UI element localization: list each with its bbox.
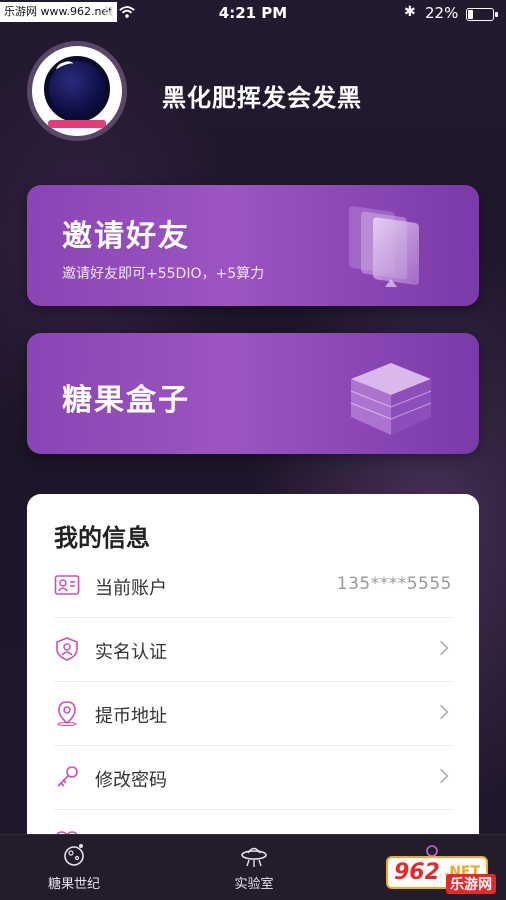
withdraw-address-label: 提币地址 [95, 706, 167, 727]
tab-candy-world[interactable]: 糖果世纪 [14, 841, 134, 892]
invite-card-subtitle: 邀请好友即可+55DIO，+5算力 [62, 266, 265, 282]
username: 黑化肥挥发会发黑 [162, 84, 362, 112]
battery-percent: 22% [425, 4, 459, 22]
account-value: 135****5555 [336, 574, 452, 594]
invite-friends-card[interactable]: 邀请好友 邀请好友即可+55DIO，+5算力 [27, 185, 479, 306]
real-name-label: 实名认证 [95, 642, 167, 663]
status-bar: 乐游网 www.962.net N 4:21 PM ✱ 22% [0, 0, 506, 28]
my-info-panel: 我的信息 当前账户 135****5555 实名认证 提币地址 修改密码 [27, 494, 479, 854]
real-name-row[interactable]: 实名认证 [54, 618, 452, 682]
tab-candy-world-label: 糖果世纪 [47, 877, 100, 892]
shield-user-icon [56, 637, 78, 661]
watermark-bottom: 962 .NET 乐游网 [372, 848, 502, 896]
withdraw-address-row[interactable]: 提币地址 [54, 682, 452, 746]
invite-card-title: 邀请好友 [62, 219, 190, 254]
planet-icon [64, 844, 84, 866]
candy-box-icon [350, 363, 432, 435]
tab-lab[interactable]: 实验室 [194, 841, 314, 892]
astronaut-helmet-icon [32, 46, 122, 136]
id-card-icon [54, 575, 80, 595]
chevron-right-icon [433, 768, 449, 784]
change-password-label: 修改密码 [95, 770, 167, 791]
location-pin-icon [57, 701, 77, 726]
candy-card-title: 糖果盒子 [62, 383, 190, 418]
change-password-row[interactable]: 修改密码 [54, 746, 452, 810]
candy-box-card[interactable]: 糖果盒子 [27, 333, 479, 454]
account-row[interactable]: 当前账户 135****5555 [54, 554, 452, 618]
account-label: 当前账户 [95, 578, 167, 599]
battery-icon [466, 8, 498, 21]
watermark-number: 962 [393, 859, 440, 885]
chevron-right-icon [433, 704, 449, 720]
chevron-right-icon [433, 640, 449, 656]
stacked-cards-icon [349, 206, 419, 287]
key-icon [57, 766, 78, 787]
ufo-icon [241, 847, 267, 867]
avatar[interactable] [27, 41, 127, 141]
tab-lab-label: 实验室 [234, 877, 274, 892]
info-title: 我的信息 [54, 524, 150, 552]
watermark-brand: 乐游网 [446, 874, 496, 894]
bluetooth-icon: ✱ [404, 4, 416, 20]
